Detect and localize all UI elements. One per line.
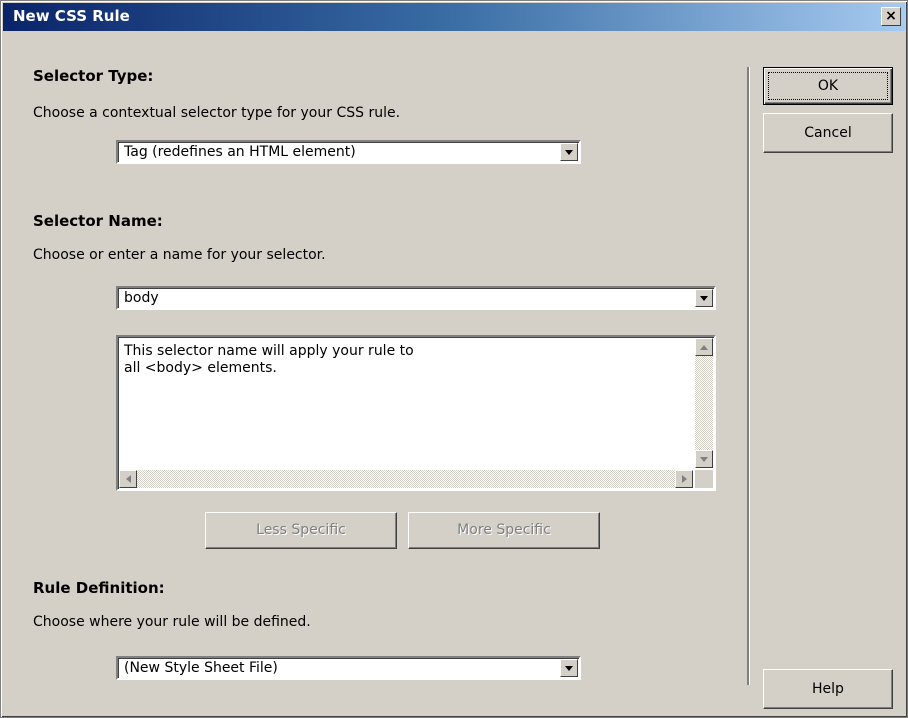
scroll-down-icon[interactable] <box>695 450 713 468</box>
horizontal-scrollbar[interactable] <box>119 470 693 488</box>
selector-type-heading: Selector Type: <box>33 67 154 85</box>
selector-info-text: This selector name will apply your rule … <box>124 343 414 376</box>
rule-definition-value: (New Style Sheet File) <box>124 660 278 676</box>
scrollbar-corner <box>695 470 713 488</box>
selector-name-combobox[interactable]: body <box>116 286 716 310</box>
chevron-down-icon[interactable] <box>560 659 578 677</box>
help-button[interactable]: Help <box>763 669 893 709</box>
selector-type-value: Tag (redefines an HTML element) <box>124 144 356 160</box>
scroll-left-icon[interactable] <box>119 470 137 488</box>
title-bar[interactable]: New CSS Rule × <box>3 3 905 31</box>
rule-definition-dropdown[interactable]: (New Style Sheet File) <box>116 656 581 680</box>
cancel-button[interactable]: Cancel <box>763 113 893 153</box>
chevron-down-icon[interactable] <box>695 289 713 307</box>
rule-definition-description: Choose where your rule will be defined. <box>33 614 311 630</box>
selector-type-description: Choose a contextual selector type for yo… <box>33 105 401 121</box>
new-css-rule-dialog: New CSS Rule × Selector Type: Choose a c… <box>0 0 908 718</box>
less-specific-button[interactable]: Less Specific <box>205 512 397 549</box>
scroll-right-icon[interactable] <box>675 470 693 488</box>
selector-name-heading: Selector Name: <box>33 212 163 230</box>
ok-button[interactable]: OK <box>763 67 893 105</box>
selector-type-dropdown[interactable]: Tag (redefines an HTML element) <box>116 140 581 164</box>
vertical-divider <box>747 67 750 685</box>
scroll-up-icon[interactable] <box>695 338 713 356</box>
selector-name-description: Choose or enter a name for your selector… <box>33 247 326 263</box>
selector-info-box: This selector name will apply your rule … <box>116 335 716 491</box>
selector-name-value: body <box>124 290 159 306</box>
more-specific-button[interactable]: More Specific <box>408 512 600 549</box>
vertical-scrollbar[interactable] <box>695 338 713 468</box>
dialog-title: New CSS Rule <box>13 7 130 25</box>
rule-definition-heading: Rule Definition: <box>33 579 165 597</box>
chevron-down-icon[interactable] <box>560 143 578 161</box>
focus-rect <box>768 72 888 100</box>
close-button[interactable]: × <box>881 7 901 26</box>
